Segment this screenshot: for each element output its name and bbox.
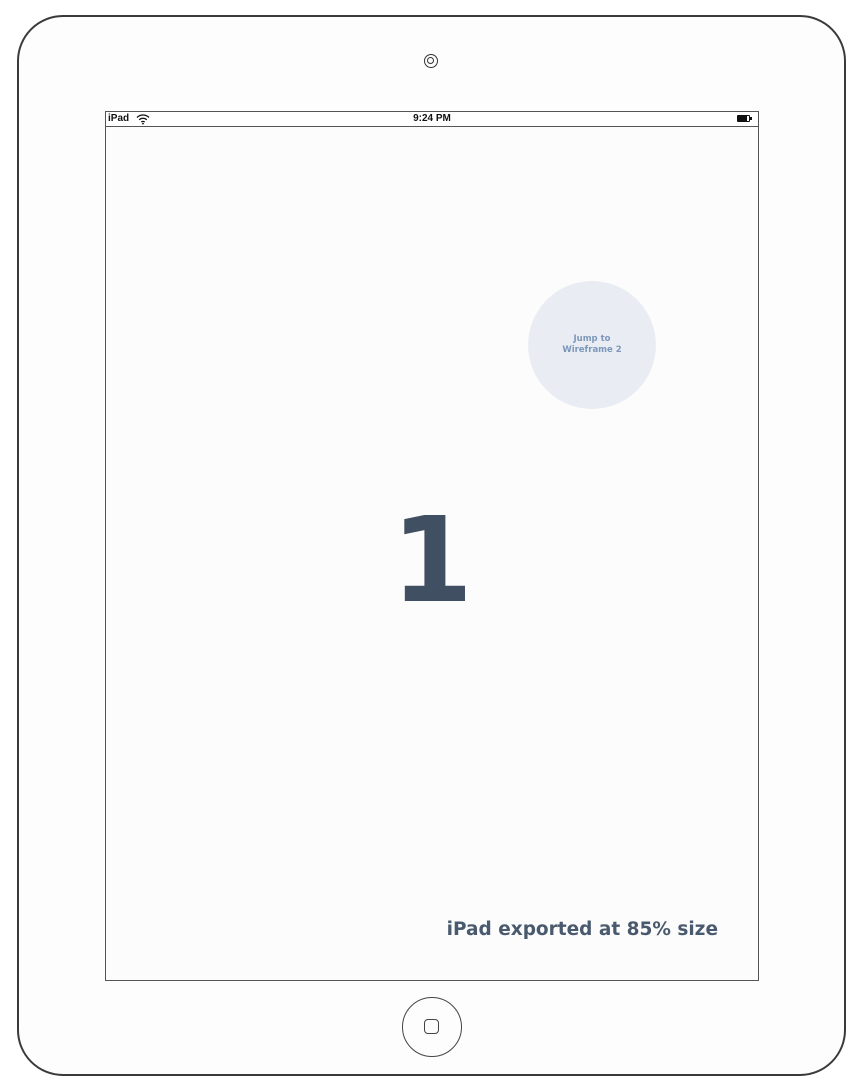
export-note: iPad exported at 85% size <box>446 919 718 940</box>
status-bar: iPad 9:24 PM <box>106 112 758 127</box>
wireframe-number: 1 <box>390 491 474 629</box>
camera-icon <box>424 54 438 68</box>
jump-button-label: Jump to Wireframe 2 <box>552 334 632 356</box>
battery-icon <box>737 115 752 122</box>
home-button[interactable] <box>402 997 462 1057</box>
status-time: 9:24 PM <box>413 113 451 124</box>
home-button-icon <box>424 1019 439 1034</box>
jump-to-wireframe-2-button[interactable]: Jump to Wireframe 2 <box>528 281 656 409</box>
ipad-screen: iPad 9:24 PM Jump to Wireframe 2 1 iPad … <box>105 111 759 981</box>
jump-button-label-line1: Jump to <box>573 334 611 344</box>
jump-button-label-line2: Wireframe 2 <box>562 345 622 355</box>
